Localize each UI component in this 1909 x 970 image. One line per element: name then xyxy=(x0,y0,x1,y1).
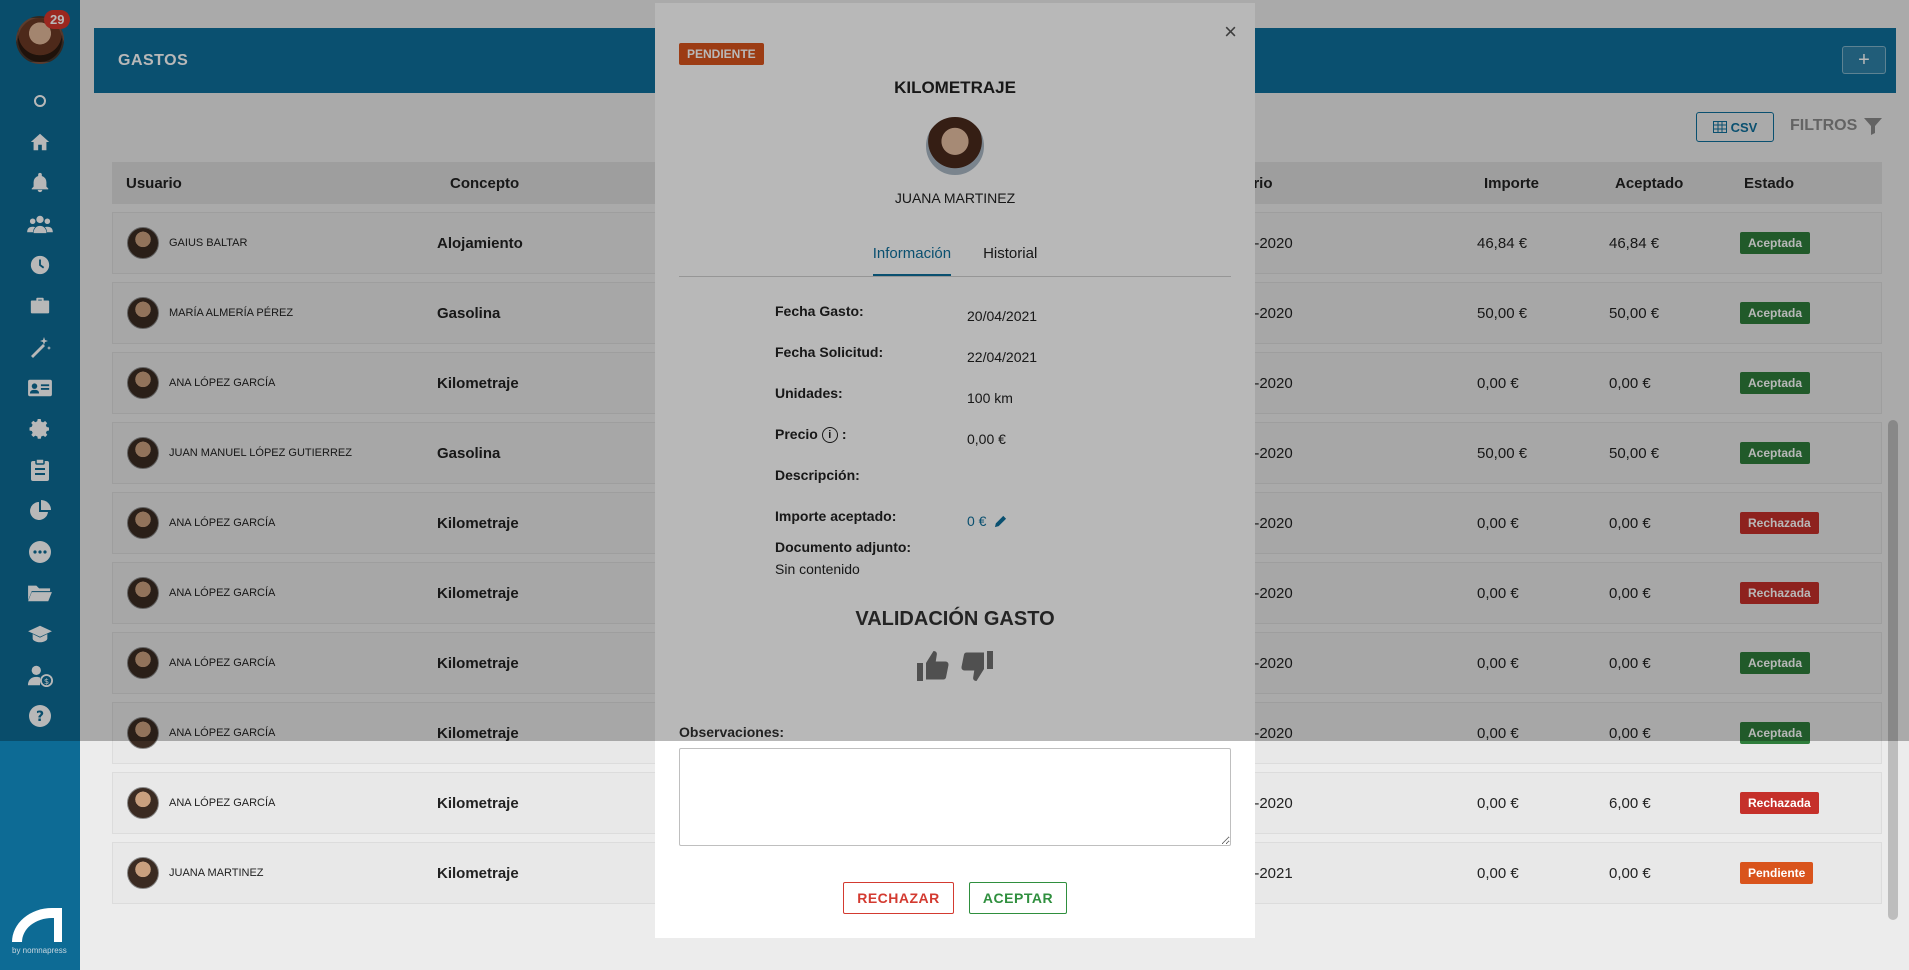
thumbs-down-icon[interactable] xyxy=(960,648,996,684)
modal-user-name: JUANA MARTINEZ xyxy=(894,190,1016,206)
pencil-icon[interactable] xyxy=(994,515,1007,528)
info-icon[interactable]: i xyxy=(821,427,838,444)
tab-informacion[interactable]: Información xyxy=(872,239,952,276)
row-user-name: ANA LÓPEZ GARCÍA xyxy=(169,797,276,809)
fecha-solicitud-value: 22/04/2021 xyxy=(967,349,1038,365)
unidades-label: Unidades: xyxy=(775,385,843,401)
descripcion-label: Descripción: xyxy=(775,467,860,483)
reject-button[interactable]: RECHAZAR xyxy=(843,882,954,914)
brand-text: by nomnapress xyxy=(12,946,67,955)
row-importe: 0,00 € xyxy=(1477,864,1519,882)
avatar xyxy=(924,115,986,177)
tab-historial[interactable]: Historial xyxy=(983,239,1037,276)
status-badge: Rechazada xyxy=(1740,792,1819,814)
documento-label: Documento adjunto: xyxy=(775,539,912,555)
validation-title: VALIDACIÓN GASTO xyxy=(855,608,1055,630)
importe-aceptado-amount[interactable]: 0 € xyxy=(967,513,986,529)
status-badge: PENDIENTE xyxy=(679,43,764,65)
row-user: JUANA MARTINEZ xyxy=(113,857,437,889)
row-user: ANA LÓPEZ GARCÍA xyxy=(113,787,437,819)
fecha-gasto-value: 20/04/2021 xyxy=(967,308,1038,324)
unidades-value: 100 km xyxy=(967,390,1013,406)
accept-button[interactable]: ACEPTAR xyxy=(969,882,1067,914)
thumbs-up-icon[interactable] xyxy=(914,648,950,684)
brand-logo: by nomnapress xyxy=(12,908,68,955)
row-concept: Kilometraje xyxy=(437,864,519,882)
row-estado: Pendiente xyxy=(1740,862,1814,884)
row-estado: Rechazada xyxy=(1740,792,1819,814)
row-user-name: JUANA MARTINEZ xyxy=(169,867,264,879)
fecha-solicitud-label: Fecha Solicitud: xyxy=(775,344,884,360)
validation-actions xyxy=(655,648,1255,684)
observaciones-textarea[interactable] xyxy=(679,748,1231,846)
row-importe: 0,00 € xyxy=(1477,794,1519,812)
avatar xyxy=(127,857,159,889)
row-aceptado: 0,00 € xyxy=(1609,864,1651,882)
precio-label-text: Precio xyxy=(775,426,818,442)
observaciones-label: Observaciones: xyxy=(679,724,785,740)
modal-title: KILOMETRAJE xyxy=(894,78,1016,97)
importe-aceptado-label: Importe aceptado: xyxy=(775,508,897,524)
close-icon[interactable]: × xyxy=(1224,19,1237,45)
importe-aceptado-value[interactable]: 0 € xyxy=(967,513,1007,529)
avatar xyxy=(127,787,159,819)
fecha-gasto-label: Fecha Gasto: xyxy=(775,303,864,319)
status-badge: Pendiente xyxy=(1740,862,1814,884)
expense-detail-modal: × PENDIENTE KILOMETRAJE JUANA MARTINEZ I… xyxy=(655,3,1255,938)
modal-tabs: Información Historial xyxy=(679,239,1231,277)
row-aceptado: 6,00 € xyxy=(1609,794,1651,812)
documento-value: Sin contenido xyxy=(775,561,860,577)
precio-label-suffix: : xyxy=(841,426,847,442)
precio-label: Precio i: xyxy=(775,426,847,444)
row-concept: Kilometraje xyxy=(437,794,519,812)
logo-icon xyxy=(12,908,62,942)
precio-value: 0,00 € xyxy=(967,431,1006,447)
